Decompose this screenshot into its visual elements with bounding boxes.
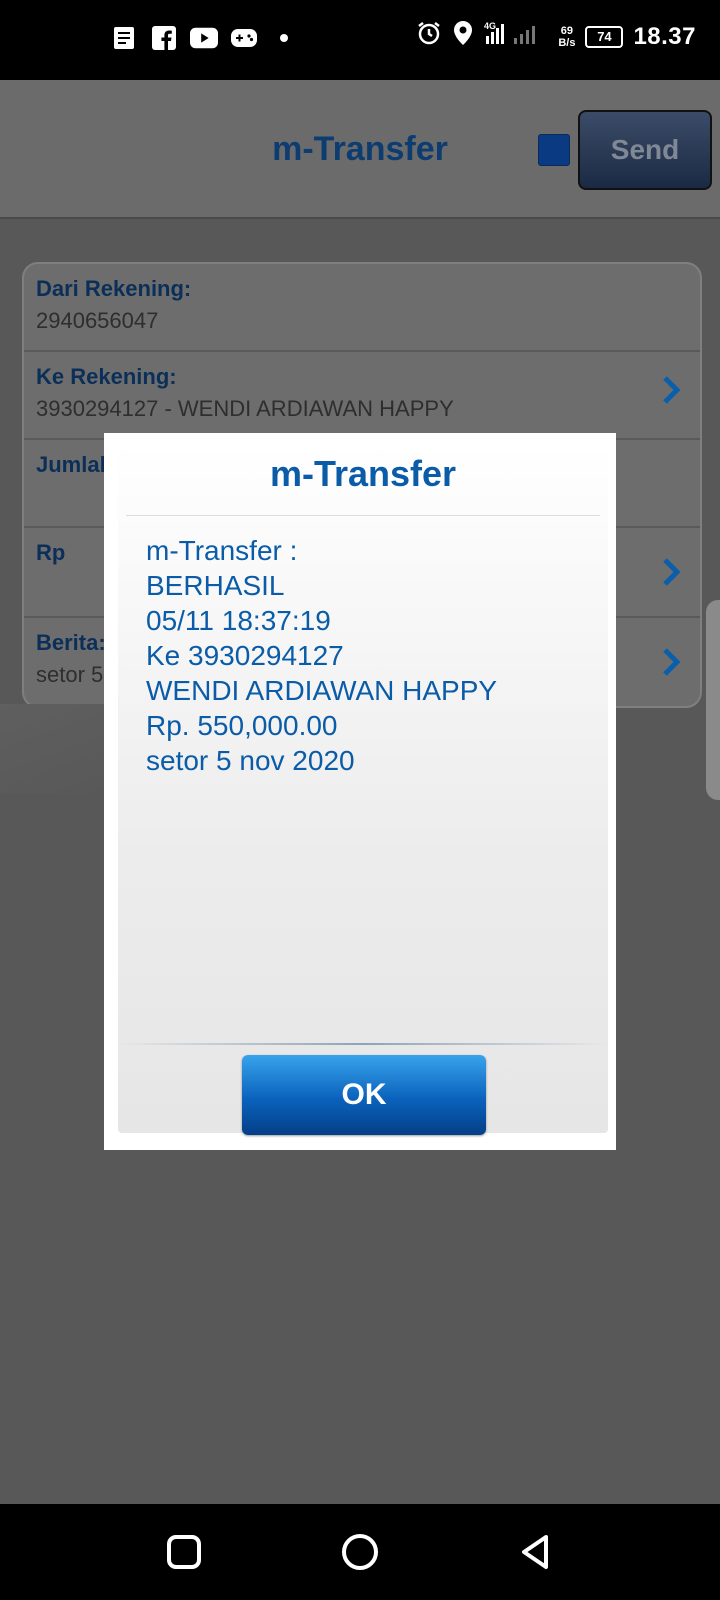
- battery-icon: 74: [585, 25, 624, 48]
- alarm-icon: [416, 20, 442, 53]
- message-account: Ke 3930294127: [146, 640, 344, 671]
- from-account-label: Dari Rekening:: [36, 276, 192, 301]
- dialog-divider: [126, 515, 600, 516]
- news-icon: [110, 24, 138, 52]
- game-controller-icon: [230, 24, 258, 52]
- network-speed-value: 69: [560, 24, 573, 37]
- note-label: Berita:: [36, 630, 106, 655]
- message-amount: Rp. 550,000.00: [146, 710, 338, 741]
- navigation-bar: [0, 1504, 720, 1600]
- message-datetime: 05/11 18:37:19: [146, 605, 331, 636]
- from-account-value: 2940656047: [36, 308, 159, 333]
- result-dialog: m-Transfer m-Transfer : BERHASIL 05/11 1…: [104, 433, 616, 1150]
- message-note: setor 5 nov 2020: [146, 745, 355, 776]
- message-status: BERHASIL: [146, 570, 285, 601]
- send-button[interactable]: Send: [578, 110, 712, 190]
- message-recipient: WENDI ARDIAWAN HAPPY: [146, 675, 498, 706]
- dialog-footer-divider: [118, 1043, 608, 1045]
- note-value: setor 5: [36, 662, 104, 687]
- to-account-label: Ke Rekening:: [36, 364, 177, 389]
- message-line: m-Transfer :: [146, 535, 298, 566]
- chevron-right-icon: [660, 372, 682, 408]
- amount-label: Jumlah: [36, 452, 114, 477]
- currency-label: Rp: [36, 540, 66, 565]
- chevron-right-icon: [660, 644, 682, 680]
- dialog-message: m-Transfer : BERHASIL 05/11 18:37:19 Ke …: [146, 533, 586, 778]
- dialog-title: m-Transfer: [269, 453, 457, 494]
- status-bar: 4G 69 B/s 74 18.37: [0, 0, 720, 80]
- battery-level: 74: [597, 29, 612, 44]
- clock: 18.37: [633, 22, 696, 50]
- app-header: m-Transfer Send: [0, 80, 720, 219]
- to-account-row[interactable]: Ke Rekening: 3930294127 - WENDI ARDIAWAN…: [24, 352, 700, 440]
- from-account-row[interactable]: Dari Rekening: 2940656047: [24, 264, 700, 352]
- signal-4g-icon: 4G: [484, 20, 548, 53]
- location-icon: [452, 20, 474, 53]
- network-speed-unit: B/s: [558, 36, 576, 49]
- to-account-value: 3930294127 - WENDI ARDIAWAN HAPPY: [36, 396, 454, 421]
- svg-text:4G: 4G: [484, 21, 496, 31]
- recent-apps-icon[interactable]: [164, 1532, 204, 1572]
- edge-panel-handle[interactable]: [706, 600, 720, 800]
- back-icon[interactable]: [516, 1532, 556, 1572]
- system-icons: 4G 69 B/s 74 18.37: [416, 20, 696, 53]
- home-icon[interactable]: [340, 1532, 380, 1572]
- notification-icons: [110, 24, 298, 52]
- ok-button[interactable]: OK: [242, 1055, 486, 1135]
- youtube-icon: [190, 24, 218, 52]
- dialog-panel: m-Transfer m-Transfer : BERHASIL 05/11 1…: [118, 443, 608, 1135]
- more-notifications-dot: [270, 24, 298, 52]
- save-checkbox[interactable]: [538, 134, 570, 166]
- network-speed: 69 B/s: [558, 25, 575, 49]
- background-decoration: [0, 704, 120, 794]
- chevron-right-icon: [660, 554, 682, 590]
- facebook-icon: [150, 24, 178, 52]
